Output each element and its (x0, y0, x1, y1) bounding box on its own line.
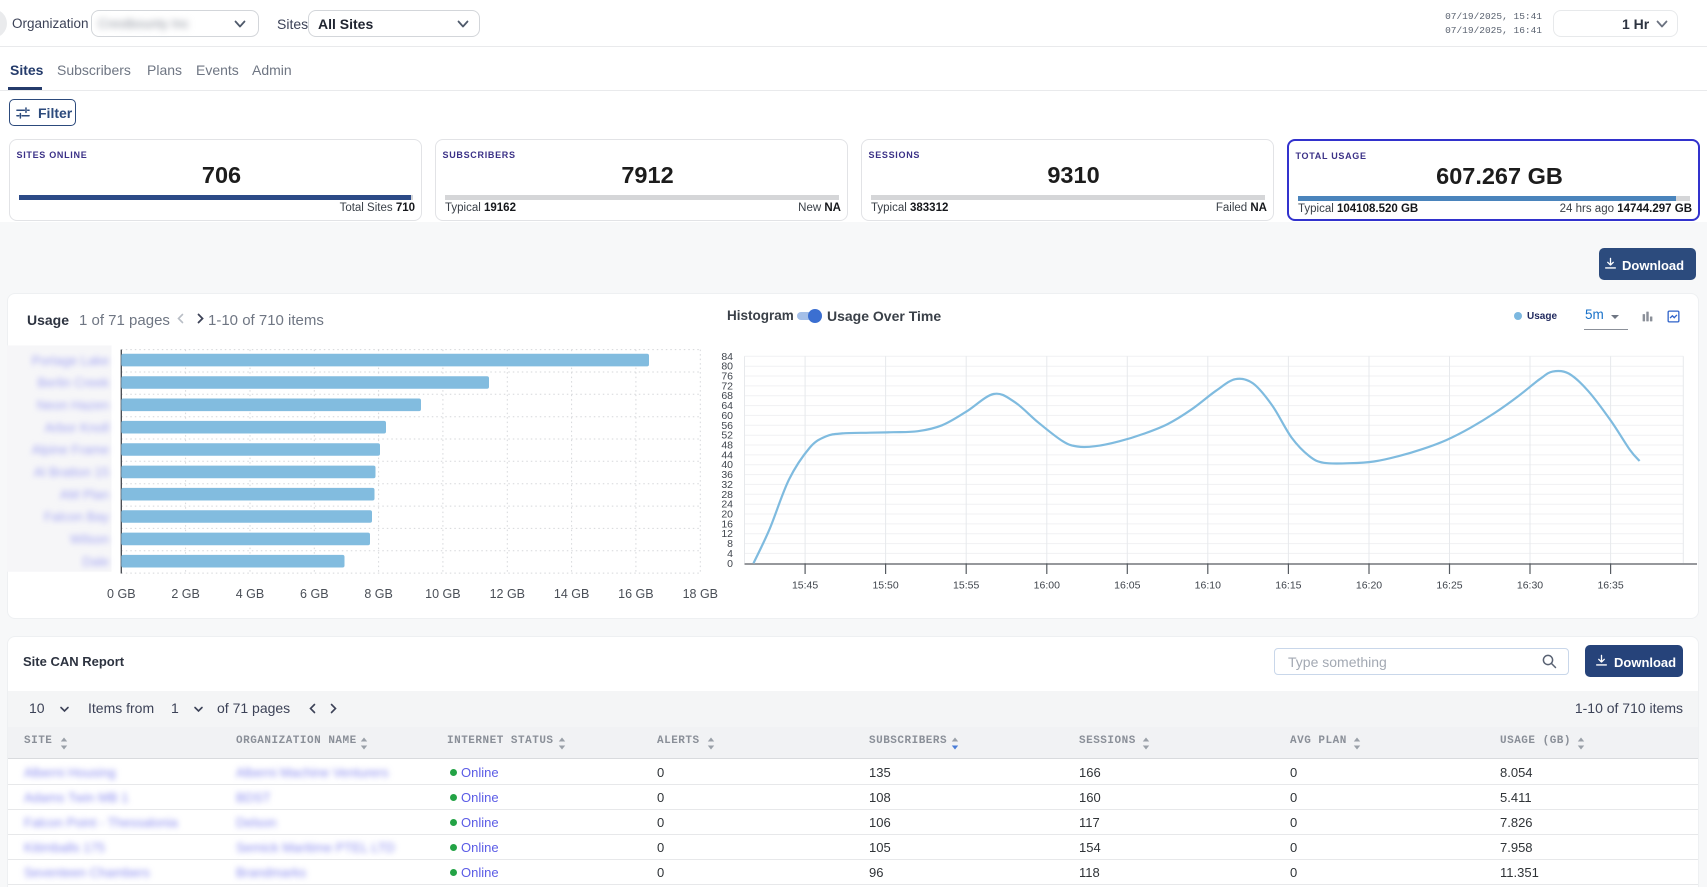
svg-text:16:30: 16:30 (1517, 580, 1543, 592)
svg-text:16:05: 16:05 (1114, 580, 1140, 592)
svg-text:12 GB: 12 GB (490, 587, 525, 601)
svg-text:Portage Lake: Portage Lake (32, 353, 109, 368)
svg-text:6 GB: 6 GB (300, 587, 329, 601)
svg-text:8 GB: 8 GB (364, 587, 393, 601)
svg-text:Arbor Knoll: Arbor Knoll (45, 420, 109, 435)
svg-text:15:55: 15:55 (953, 580, 979, 592)
svg-text:0 GB: 0 GB (107, 587, 136, 601)
svg-text:4 GB: 4 GB (236, 587, 265, 601)
svg-text:16:10: 16:10 (1195, 580, 1221, 592)
svg-text:84: 84 (721, 351, 733, 363)
svg-text:Al Bratton 15: Al Bratton 15 (34, 465, 109, 480)
svg-text:Alpine Frame: Alpine Frame (32, 442, 109, 457)
svg-text:16:20: 16:20 (1356, 580, 1382, 592)
svg-text:14 GB: 14 GB (554, 587, 589, 601)
svg-text:15:50: 15:50 (872, 580, 898, 592)
svg-text:15:45: 15:45 (792, 580, 818, 592)
svg-text:16 GB: 16 GB (618, 587, 653, 601)
svg-text:Neon Hazen: Neon Hazen (37, 398, 109, 413)
svg-text:2 GB: 2 GB (171, 587, 200, 601)
svg-text:10 GB: 10 GB (425, 587, 460, 601)
svg-text:16:00: 16:00 (1034, 580, 1060, 592)
svg-text:Berlin Creek: Berlin Creek (37, 375, 109, 390)
svg-text:Wilson: Wilson (70, 532, 109, 547)
svg-text:16:35: 16:35 (1597, 580, 1623, 592)
svg-text:Falcon Bay: Falcon Bay (44, 509, 110, 524)
svg-text:16:15: 16:15 (1275, 580, 1301, 592)
svg-text:AM Plan: AM Plan (60, 487, 109, 502)
svg-text:16:25: 16:25 (1436, 580, 1462, 592)
svg-text:Dale: Dale (82, 554, 109, 569)
